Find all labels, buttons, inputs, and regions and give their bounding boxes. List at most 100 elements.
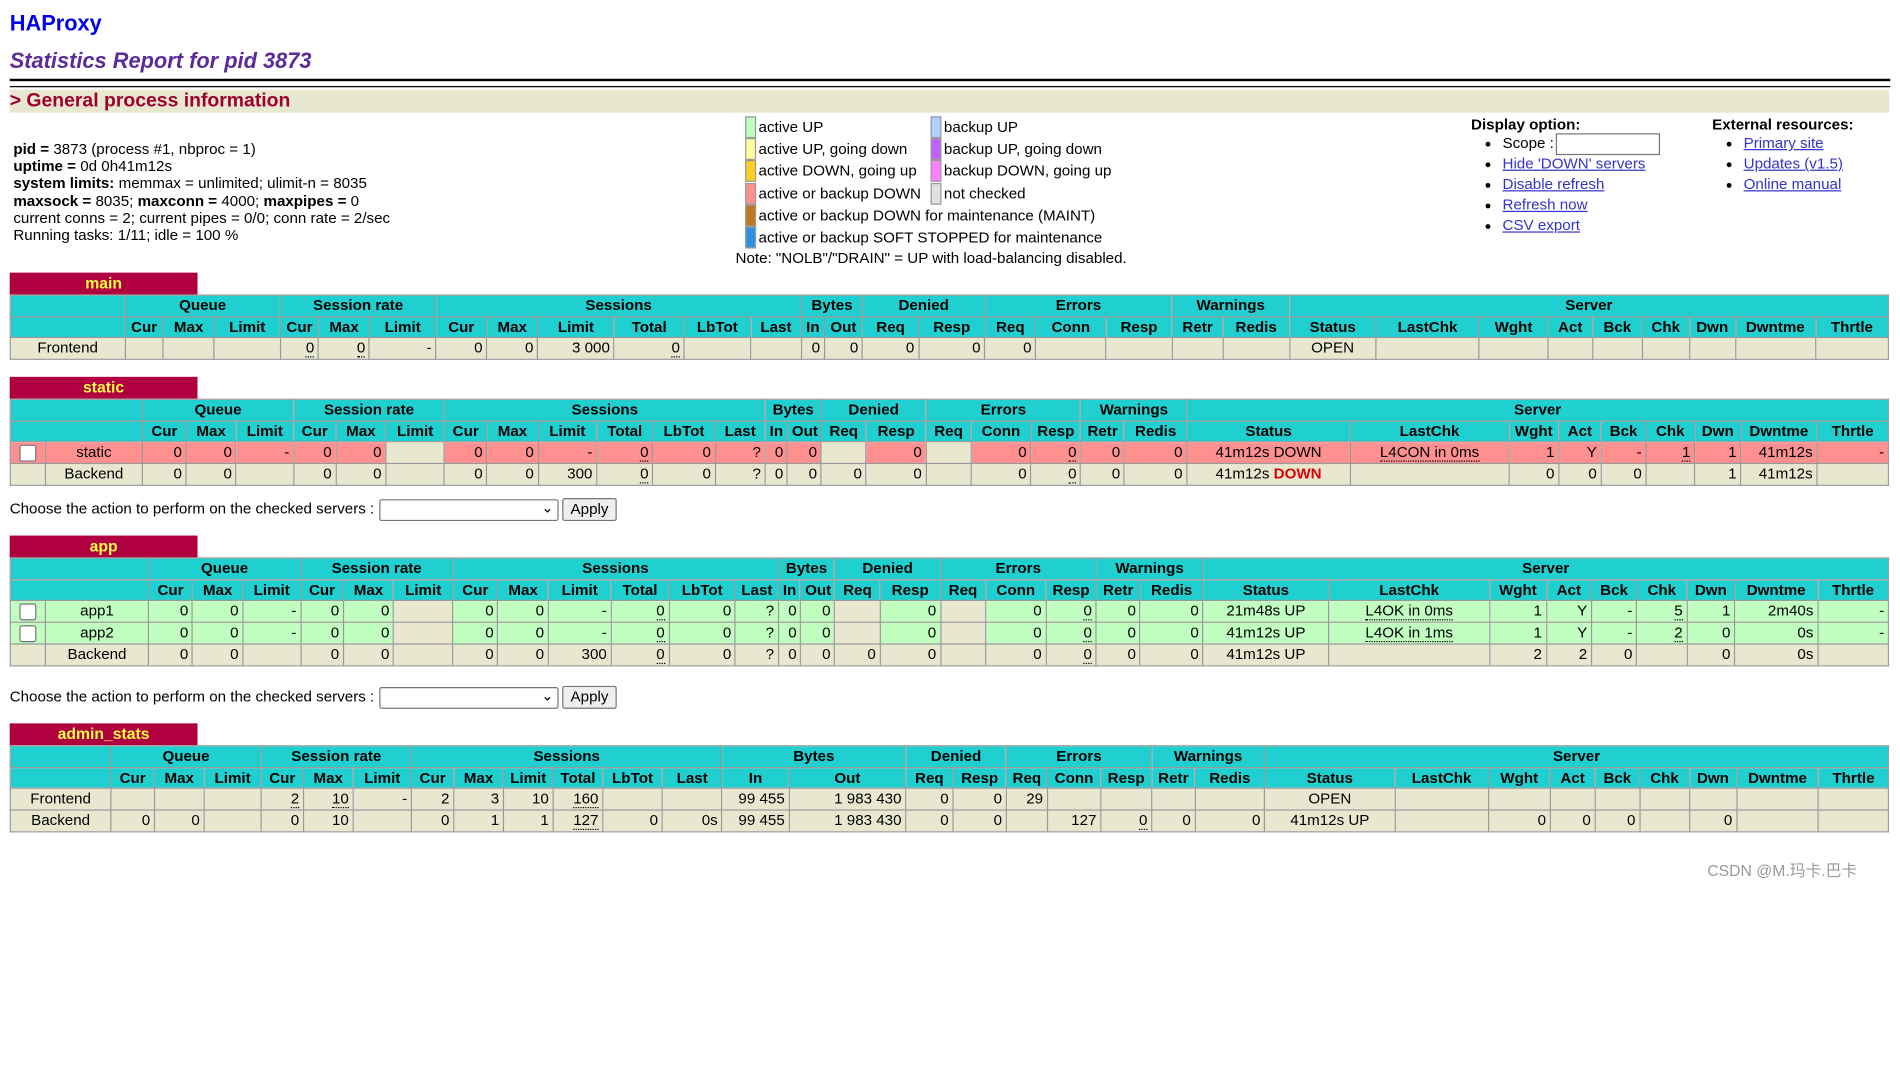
column-header: Limit	[203, 767, 262, 789]
column-header: Cur	[435, 316, 488, 339]
column-header: Cur	[292, 420, 337, 443]
disable-refresh-link[interactable]: Disable refresh	[1503, 176, 1605, 193]
column-header: Bck	[1591, 316, 1643, 339]
column-header: Limit	[393, 579, 454, 602]
column-header: Limit	[242, 579, 302, 602]
cell-max: 0	[497, 643, 549, 667]
scope-item: Scope :	[1503, 133, 1661, 156]
cell-lastchk: L4CON in 0ms	[1349, 441, 1510, 465]
legend-swatch	[745, 116, 757, 139]
cell-value[interactable]: 160	[573, 790, 599, 809]
cell-in: 99 455	[721, 809, 790, 833]
cell-bck: -	[1600, 441, 1647, 465]
page-subtitle: Statistics Report for pid 3873	[9, 48, 312, 73]
column-header: Cur	[147, 579, 194, 602]
action-select[interactable]: ⌄	[379, 498, 559, 521]
cell-value[interactable]: 0	[656, 624, 665, 643]
cell-value[interactable]: 0	[671, 339, 680, 358]
legend-swatch	[745, 226, 757, 249]
cell-chk	[1645, 462, 1696, 486]
cell-max	[153, 787, 205, 811]
cell-value[interactable]: 0	[656, 602, 665, 621]
cell-value[interactable]: 0	[1084, 646, 1092, 665]
cell-redis: 0	[1139, 621, 1204, 645]
cell-value[interactable]: 127	[573, 811, 599, 831]
legend-swatch	[930, 116, 942, 139]
cell-retr: 0	[1080, 441, 1126, 465]
legend-label: backup DOWN, going up	[943, 162, 1112, 180]
column-header: LbTot	[602, 767, 663, 789]
cell-value[interactable]: L4OK in 0ms	[1365, 602, 1453, 621]
cell-cur	[110, 787, 155, 811]
cell-cur: 0	[443, 462, 488, 486]
select-cell	[9, 621, 47, 645]
cell-dwn	[1688, 787, 1738, 811]
cell-value[interactable]: 0	[640, 465, 649, 484]
cell-value[interactable]: 0	[1084, 624, 1092, 643]
cell-resp: 0	[952, 787, 1007, 811]
cell-bck: -	[1590, 621, 1638, 645]
cell-in: 0	[800, 336, 825, 360]
scope-input[interactable]	[1556, 133, 1661, 156]
primary-site-link[interactable]: Primary site	[1744, 134, 1824, 151]
legend-swatch	[930, 138, 942, 161]
column-header: Max	[317, 316, 371, 339]
status-uptime: 41m12s	[1215, 465, 1270, 483]
online-manual-link[interactable]: Online manual	[1744, 176, 1842, 193]
cell-value[interactable]: 1	[1682, 443, 1691, 462]
row-name: Frontend	[9, 336, 126, 360]
csv-export-link[interactable]: CSV export	[1503, 217, 1580, 234]
server-checkbox[interactable]	[19, 624, 37, 642]
updates-link[interactable]: Updates (v1.5)	[1744, 155, 1843, 172]
server-checkbox[interactable]	[19, 444, 37, 462]
select-cell	[9, 599, 47, 623]
group-header: Errors	[925, 398, 1082, 422]
cell-limit	[393, 643, 454, 667]
cell-value[interactable]: 0	[1138, 811, 1148, 831]
cell-max: 1	[453, 809, 504, 833]
cell-req	[939, 599, 987, 623]
refresh-now-link[interactable]: Refresh now	[1503, 196, 1588, 213]
cell-value[interactable]: 0	[1084, 602, 1092, 621]
cell-act	[1549, 787, 1596, 811]
apply-button[interactable]: Apply	[562, 498, 617, 522]
cell-max: 0	[486, 462, 539, 486]
cell-value[interactable]: 2	[1674, 624, 1683, 643]
legend-swatch	[930, 182, 942, 205]
cell-max: 0	[497, 599, 549, 623]
cell-value[interactable]: 0	[656, 646, 665, 665]
cell-value[interactable]: 0	[1068, 465, 1077, 484]
stats-table-main: Queue Session rate Sessions Bytes Denied Erro…	[9, 294, 1890, 360]
group-header: Bytes	[764, 398, 822, 422]
maxconn-value: 4000;	[221, 192, 260, 210]
legend-swatch	[745, 204, 757, 227]
server-checkbox[interactable]	[19, 603, 37, 621]
apply-button[interactable]: Apply	[562, 685, 617, 709]
cell-req: 0	[861, 336, 920, 360]
cell-value[interactable]: 0	[356, 339, 366, 358]
cell-status: 21m48s UP	[1202, 599, 1330, 623]
column-header: Cur	[410, 767, 455, 789]
cell-wght: 0	[1487, 809, 1551, 833]
table-row: Backend 0 0 0 10 0 1 1 127 0 0s 99 455 1 983 430 0 0 12…	[9, 809, 1890, 833]
column-header: Dwntme	[1734, 579, 1819, 602]
cell-status: 41m12s UP	[1202, 621, 1330, 645]
column-header: Act	[1545, 579, 1593, 602]
hide-down-link[interactable]: Hide 'DOWN' servers	[1503, 155, 1646, 172]
column-header: Limit	[502, 767, 554, 789]
cell-cur	[124, 336, 164, 360]
cell-value[interactable]: L4CON in 0ms	[1379, 443, 1479, 462]
cell-value[interactable]: 0	[1068, 443, 1077, 462]
action-select[interactable]: ⌄	[379, 686, 559, 709]
chevron-down-icon: ⌄	[541, 498, 554, 516]
cell-value[interactable]: 0	[640, 443, 649, 462]
cell-value[interactable]: L4OK in 1ms	[1365, 624, 1453, 643]
stats-table-admin_stats: Queue Session rate Sessions Bytes Denied Erro…	[9, 745, 1890, 833]
cell-cur: 0	[452, 643, 499, 667]
cell-value[interactable]: 0	[305, 339, 315, 358]
cell-value[interactable]: 5	[1674, 602, 1683, 621]
cell-value[interactable]: 10	[332, 790, 349, 809]
cell-max: 0	[191, 599, 244, 623]
cell-max: 0	[342, 599, 395, 623]
cell-value[interactable]: 2	[290, 790, 300, 809]
